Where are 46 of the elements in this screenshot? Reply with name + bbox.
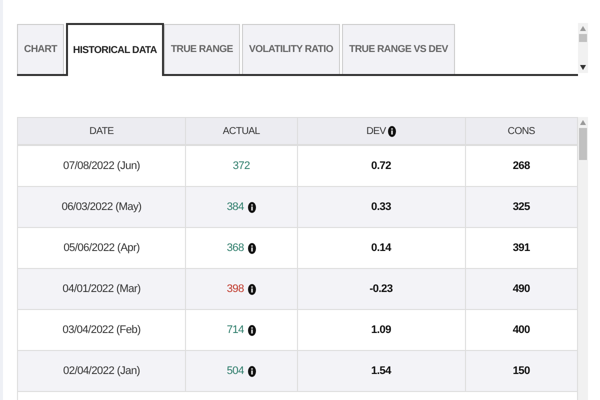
table-cell-text: 03/04/2022 (Feb): [62, 322, 141, 338]
table-cell-text: -0.23: [370, 282, 393, 297]
table-cell-text: 0.72: [371, 158, 391, 174]
scroll-thumb[interactable]: [579, 128, 587, 160]
tab[interactable]: VOLATILITY RATIO: [242, 24, 340, 74]
scrollbar[interactable]: [578, 23, 588, 73]
table-cell-text: 372: [232, 158, 250, 174]
table-cell-text: 1.09: [371, 322, 391, 338]
table-cell-text: 04/01/2022 (Mar): [62, 282, 141, 297]
tab[interactable]: TRUE RANGE: [164, 24, 240, 74]
table-cell-text: 398: [226, 282, 244, 297]
info-icon: [248, 324, 256, 336]
table-cell-text: 150: [512, 364, 530, 379]
table-cell-text: 05/06/2022 (Apr): [63, 240, 140, 256]
column-header: CONS: [508, 124, 535, 138]
scroll-down-icon[interactable]: [580, 65, 586, 70]
table-cell-text: 384: [226, 200, 244, 215]
column-header: DATE: [89, 124, 114, 138]
column-header: DEV: [366, 124, 386, 138]
scroll-thumb[interactable]: [579, 34, 587, 42]
table-cell-text: 06/03/2022 (May): [62, 200, 142, 215]
tab[interactable]: CHART: [17, 24, 64, 74]
scroll-up-icon[interactable]: [580, 120, 586, 125]
table-cell-text: 490: [512, 282, 530, 297]
table-cell-text: 325: [512, 200, 530, 215]
table-cell-text: 07/08/2022 (Jun): [63, 158, 140, 174]
tab[interactable]: TRUE RANGE VS DEV: [342, 24, 455, 74]
table-cell-text: 268: [512, 158, 530, 174]
scroll-up-icon[interactable]: [580, 26, 586, 31]
tab[interactable]: HISTORICAL DATA: [66, 23, 164, 76]
info-icon: [248, 202, 256, 212]
table-cell-text: 0.14: [371, 240, 391, 256]
table-cell-text: 400: [512, 322, 530, 338]
table-cell-text: 0.33: [371, 200, 391, 215]
table-cell-text: 02/04/2022 (Jan): [63, 364, 140, 379]
info-icon: [248, 284, 256, 294]
info-icon: [388, 126, 396, 136]
table-cell-text: 391: [512, 240, 530, 256]
table-cell-text: 504: [226, 364, 244, 379]
scrollbar[interactable]: [578, 117, 588, 400]
table-cell-text: 368: [226, 240, 244, 256]
info-icon: [248, 242, 256, 254]
info-icon: [248, 366, 256, 376]
table-cell-text: 1.54: [371, 364, 391, 379]
table-cell-text: 714: [226, 322, 244, 338]
column-header: ACTUAL: [222, 124, 260, 138]
